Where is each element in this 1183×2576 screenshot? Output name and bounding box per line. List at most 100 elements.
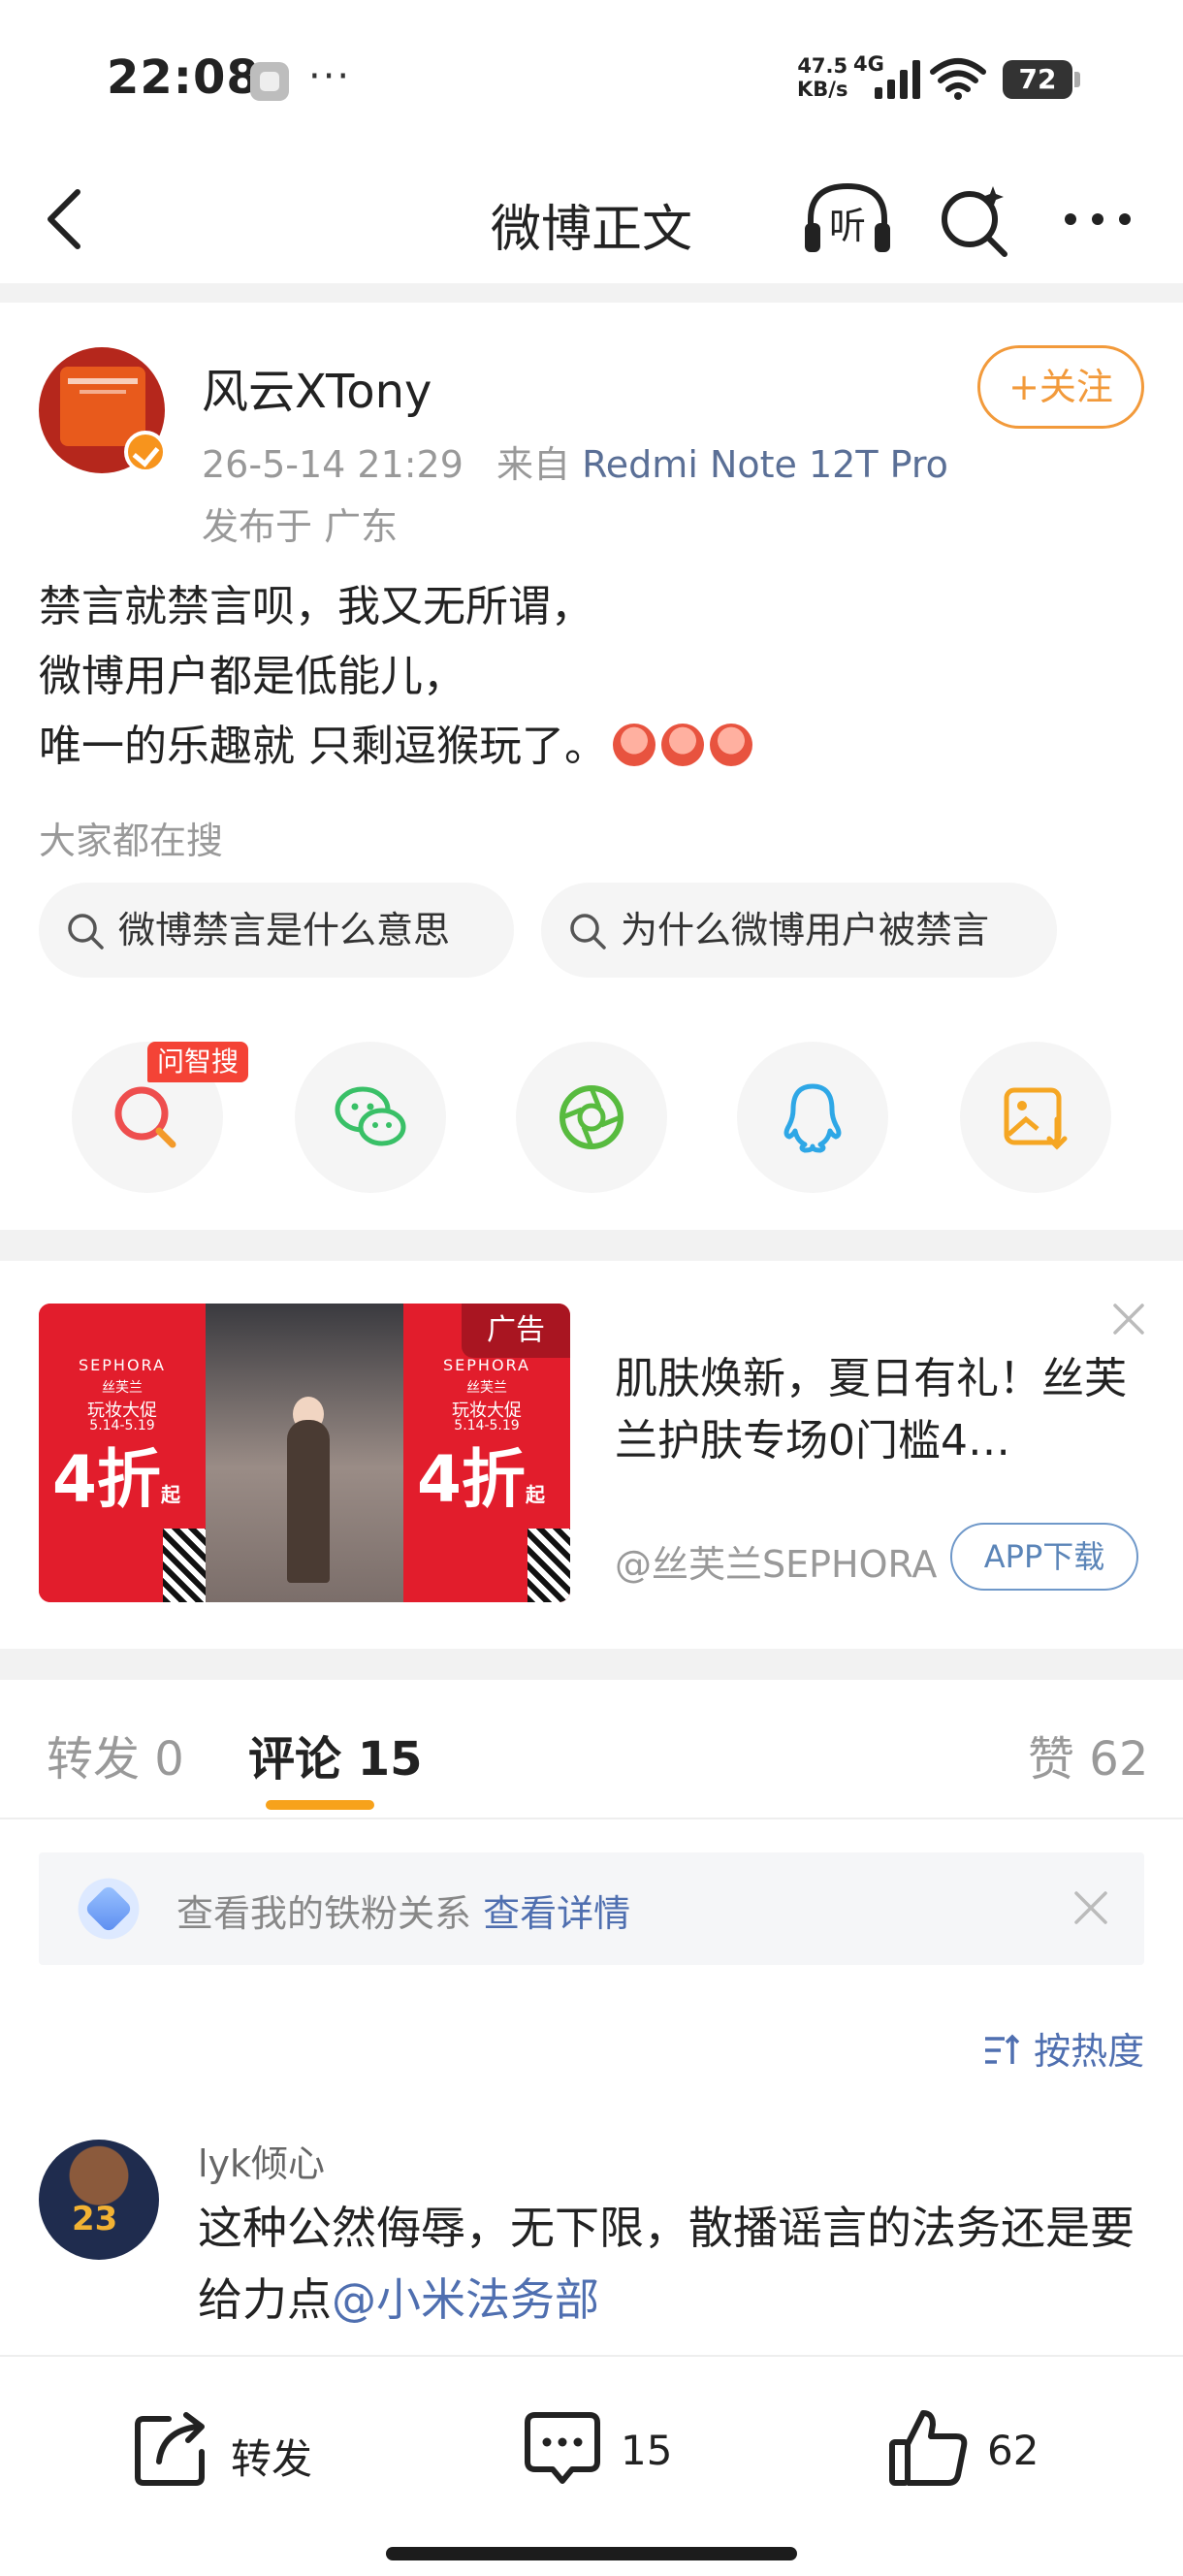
search-icon[interactable]	[935, 178, 1012, 260]
ad-gift-box	[163, 1529, 206, 1602]
search-icon	[68, 914, 104, 950]
post-line-last: 唯一的乐趣就 只剩逗猴玩了。	[39, 712, 1144, 782]
top-nav: 微博正文 听	[0, 155, 1183, 283]
commenter-name[interactable]: lyk倾心	[198, 2134, 325, 2187]
fan-notice-link[interactable]: 查看详情	[483, 1892, 630, 1935]
laugh-emoji-icon	[613, 724, 655, 766]
laugh-emoji-icon	[710, 724, 752, 766]
wenzhisou-badge: 问智搜	[147, 1042, 249, 1082]
ad-gift-box	[528, 1529, 570, 1602]
notification-more-icon: ···	[308, 54, 352, 99]
commenter-avatar[interactable]	[39, 2140, 159, 2260]
tab-likes[interactable]: 赞 62	[1028, 1721, 1148, 1788]
post-line: 禁言就禁言呗，我又无所谓，	[39, 582, 593, 631]
sort-label: 按热度	[1034, 2030, 1145, 2073]
wechat-icon	[335, 1086, 406, 1146]
like-button[interactable]: 62	[886, 2405, 1080, 2498]
ad-image[interactable]: SEPHORA 丝芙兰 玩妆大促 5.14-5.19 4折起 SEPHORA 丝…	[39, 1304, 570, 1602]
comment-text: 这种公然侮辱，无下限，散播谣言的法务还是要给力点@小米法务部	[198, 2192, 1154, 2335]
post-timestamp: 26-5-14 21:29	[202, 443, 464, 486]
thumbs-up-icon	[889, 2410, 968, 2486]
ad-photo	[206, 1304, 403, 1602]
bottom-action-bar: 转发 15 62	[0, 2355, 1183, 2576]
ad-tag: 广告	[462, 1304, 570, 1358]
post-line: 微博用户都是低能儿，	[39, 652, 465, 701]
tab-comments-label: 评论	[248, 1732, 342, 1787]
section-divider	[0, 1230, 1183, 1261]
post-source[interactable]: Redmi Note 12T Pro	[582, 443, 948, 486]
ad-brand: SEPHORA	[79, 1356, 166, 1374]
fan-notice-text: 查看我的铁粉关系	[176, 1892, 472, 1935]
comment-mention-link[interactable]: @小米法务部	[332, 2273, 599, 2326]
tab-repost-count: 0	[154, 1732, 184, 1787]
sort-button[interactable]: 按热度	[983, 2021, 1144, 2075]
app-download-button[interactable]: APP下载	[950, 1523, 1138, 1591]
follow-button[interactable]: +关注	[977, 345, 1144, 429]
ad-panel-left: SEPHORA 丝芙兰 玩妆大促 5.14-5.19 4折起	[39, 1304, 206, 1602]
close-icon[interactable]	[1069, 1885, 1113, 1930]
status-time: 22:08	[107, 50, 260, 105]
like-count: 62	[987, 2427, 1039, 2474]
fan-notice-text-row: 查看我的铁粉关系 查看详情	[176, 1884, 630, 1937]
ad-discount-value: 4折	[52, 1442, 161, 1517]
comment-icon	[525, 2412, 600, 2484]
share-qq-button[interactable]	[737, 1042, 888, 1193]
comment-button[interactable]: 15	[520, 2405, 714, 2498]
author-name[interactable]: 风云XTony	[202, 353, 432, 421]
network-speed-value: 47.5	[797, 54, 848, 78]
wifi-icon	[930, 58, 986, 100]
home-indicator[interactable]	[386, 2547, 797, 2560]
listen-label: 听	[829, 205, 866, 247]
hot-search-tag-label: 为什么微博用户被禁言	[621, 909, 990, 951]
qq-icon	[783, 1083, 842, 1153]
tab-repost[interactable]: 转发 0	[47, 1721, 184, 1788]
ad-account[interactable]: @丝芙兰SEPHORA	[615, 1534, 937, 1588]
hot-search-tag[interactable]: 微博禁言是什么意思	[39, 883, 514, 978]
ad-brand-cn: 丝芙兰	[102, 1380, 143, 1396]
ad-discount-value: 4折	[417, 1442, 526, 1517]
laugh-emoji-icon	[661, 724, 704, 766]
hot-search-tag-label: 微博禁言是什么意思	[118, 909, 451, 951]
post-line-text: 唯一的乐趣就 只剩逗猴玩了。	[39, 722, 607, 771]
network-speed-unit: KB/s	[797, 78, 848, 101]
status-bar: 22:08 ··· 47.5 KB/s 4G 72	[0, 0, 1183, 155]
share-save-image-button[interactable]	[960, 1042, 1111, 1193]
moments-icon	[560, 1085, 623, 1149]
ad-title[interactable]: 肌肤焕新，夏日有礼！丝芙兰护肤专场0门槛4…	[615, 1348, 1138, 1472]
ad-discount-suffix: 起	[160, 1483, 180, 1506]
tab-comments[interactable]: 评论 15	[248, 1721, 423, 1788]
ad-model	[287, 1420, 330, 1583]
comment-count: 15	[621, 2427, 673, 2474]
more-icon[interactable]	[1059, 190, 1136, 248]
ad-discount: 4折起	[417, 1428, 545, 1521]
fan-relation-notice: 查看我的铁粉关系 查看详情	[39, 1852, 1144, 1965]
post-body: 禁言就禁言呗，我又无所谓， 微博用户都是低能儿， 唯一的乐趣就 只剩逗猴玩了。	[39, 572, 1144, 782]
close-icon[interactable]	[1107, 1298, 1150, 1340]
hot-search-label: 大家都在搜	[39, 820, 224, 862]
hot-search-tag[interactable]: 为什么微博用户被禁言	[541, 883, 1057, 978]
post-location: 发布于 广东	[202, 505, 399, 548]
share-wechat-button[interactable]	[295, 1042, 446, 1193]
share-moments-button[interactable]	[516, 1042, 667, 1193]
post-meta: 26-5-14 21:29 来自 Redmi Note 12T Pro	[202, 435, 948, 488]
save-image-icon	[1004, 1087, 1068, 1150]
ad-brand-cn: 丝芙兰	[466, 1380, 507, 1396]
section-divider	[0, 283, 1183, 303]
battery-icon: 72	[1003, 60, 1080, 99]
ad-discount: 4折起	[52, 1428, 180, 1521]
tab-active-indicator	[266, 1800, 374, 1810]
verified-badge-icon	[124, 431, 167, 473]
signal-icon	[875, 60, 920, 99]
tab-repost-label: 转发	[47, 1732, 141, 1787]
wenzhisou-icon	[114, 1086, 176, 1148]
ad-brand: SEPHORA	[443, 1356, 530, 1374]
source-prefix: 来自	[496, 443, 571, 486]
search-icon	[570, 914, 606, 950]
repost-icon	[135, 2412, 205, 2486]
repost-label: 转发	[231, 2435, 313, 2483]
section-divider	[0, 1649, 1183, 1680]
listen-icon[interactable]: 听	[801, 180, 894, 258]
repost-button[interactable]: 转发	[130, 2405, 343, 2498]
divider	[0, 1818, 1183, 1819]
tab-comments-count: 15	[357, 1732, 423, 1787]
